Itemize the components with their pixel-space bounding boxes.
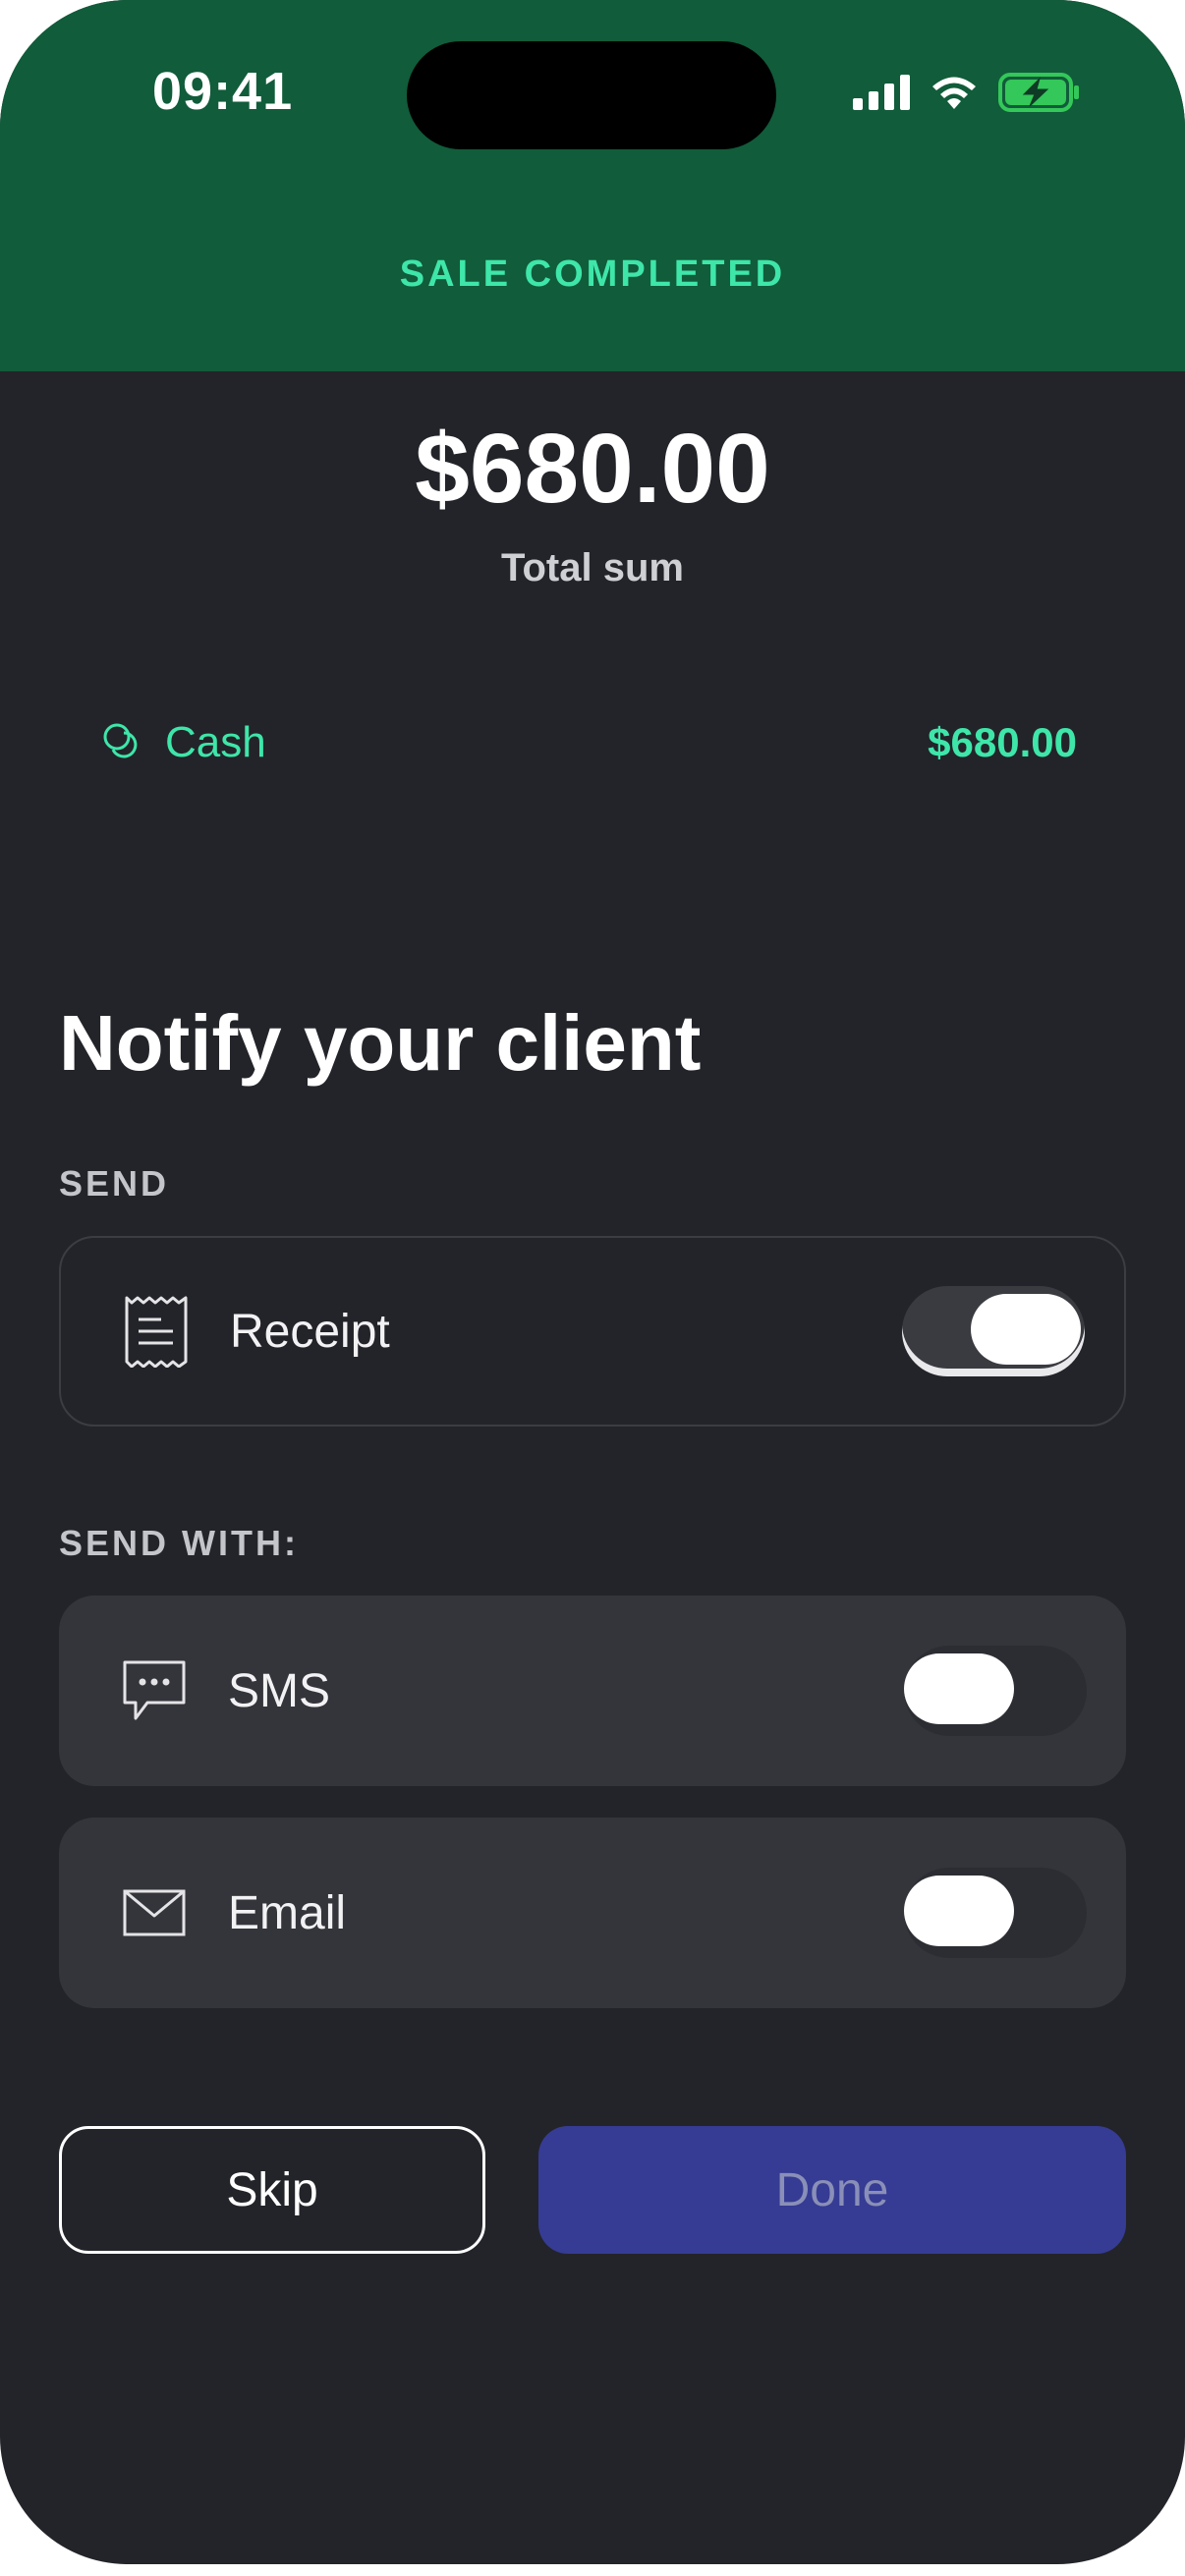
payment-method: Cash	[102, 718, 266, 767]
skip-button[interactable]: Skip	[59, 2126, 485, 2254]
battery-charging-icon	[998, 73, 1079, 112]
payment-method-label: Cash	[165, 718, 266, 766]
notify-title: Notify your client	[59, 999, 702, 1087]
toggle-knob	[904, 1876, 1014, 1946]
send-label: SEND	[59, 1163, 170, 1204]
home-indicator-area	[0, 2564, 1185, 2576]
toggle-knob	[904, 1653, 1014, 1724]
email-label: Email	[228, 1886, 347, 1939]
email-toggle[interactable]	[904, 1868, 1087, 1958]
sms-toggle[interactable]	[904, 1646, 1087, 1736]
status-time: 09:41	[152, 62, 294, 121]
email-option[interactable]: Email	[59, 1818, 1126, 2008]
phone-screen: 09:41 SALE COMPLETED $680.00 Total sum C…	[0, 0, 1185, 2564]
receipt-option[interactable]: Receipt	[59, 1236, 1126, 1427]
receipt-label: Receipt	[230, 1305, 390, 1358]
chat-bubble-icon	[120, 1656, 189, 1725]
total-label: Total sum	[501, 546, 684, 589]
sale-completed-title: SALE COMPLETED	[399, 253, 786, 295]
sms-label: SMS	[228, 1664, 331, 1717]
receipt-toggle[interactable]	[902, 1286, 1085, 1376]
sale-header: 09:41 SALE COMPLETED	[0, 0, 1185, 371]
wifi-icon	[932, 77, 976, 109]
receipt-icon	[122, 1296, 191, 1368]
total-amount: $680.00	[415, 414, 770, 524]
send-with-label: SEND WITH:	[59, 1523, 299, 1563]
coins-icon	[103, 723, 138, 758]
done-button[interactable]: Done	[538, 2126, 1126, 2254]
dynamic-island	[407, 41, 776, 149]
cellular-signal-icon	[853, 75, 910, 110]
payment-row: Cash $680.00	[102, 713, 1077, 772]
payment-amount: $680.00	[928, 719, 1077, 765]
sms-option[interactable]: SMS	[59, 1596, 1126, 1786]
toggle-knob	[971, 1294, 1081, 1365]
envelope-icon	[120, 1878, 189, 1947]
status-icons	[853, 73, 1081, 112]
